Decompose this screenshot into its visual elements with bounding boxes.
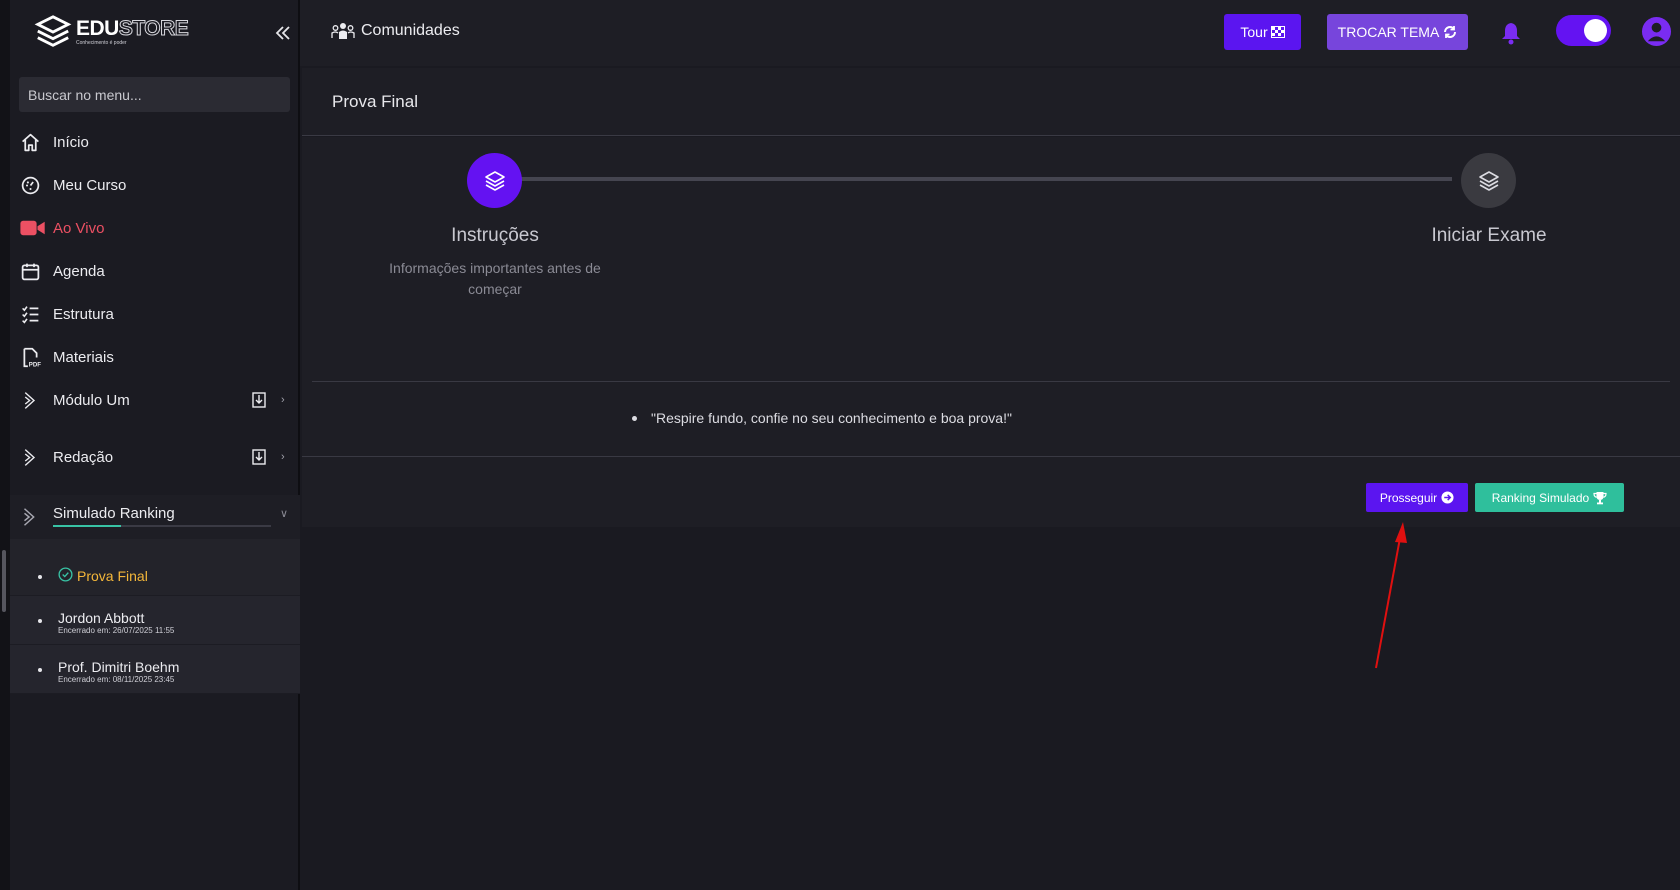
sidebar-item-label: Ao Vivo: [53, 219, 105, 237]
sidebar-item-label: Materiais: [53, 348, 114, 366]
exam-card: Instruções Iniciar Exame Informações imp…: [302, 137, 1680, 527]
video-camera-icon: [19, 217, 47, 239]
people-group-icon: [331, 23, 355, 39]
svg-text:PDF: PDF: [28, 361, 40, 368]
chevron-right-icon: [19, 446, 41, 468]
list-item-title: Prof. Dimitri Boehm: [58, 659, 180, 675]
bell-icon[interactable]: [1500, 21, 1522, 45]
sidebar: EDUSTORE Conhecimento é poder Início Meu…: [0, 0, 300, 890]
brand-wordmark: EDUSTORE: [76, 17, 189, 40]
sidebar-item-estrutura[interactable]: Estrutura: [19, 299, 294, 329]
list-item-prova-final[interactable]: Prova Final: [10, 539, 300, 596]
sidebar-item-label: Simulado Ranking: [53, 505, 175, 522]
dashboard-icon: [19, 174, 41, 196]
list-item-subtitle: Encerrado em: 26/07/2025 11:55: [58, 626, 175, 635]
stepper-connector: [492, 177, 1452, 181]
chevron-right-icon: [19, 389, 41, 411]
step-title-instrucoes: Instruções: [451, 225, 539, 246]
checklist-icon: [19, 303, 41, 325]
download-icon[interactable]: [252, 392, 266, 408]
page-header: Prova Final: [302, 68, 1680, 136]
collapse-sidebar-button[interactable]: [270, 20, 296, 46]
sidebar-item-materiais[interactable]: PDF Materiais: [19, 342, 294, 372]
step-instrucoes[interactable]: [467, 153, 522, 208]
sidebar-item-inicio[interactable]: Início: [19, 127, 294, 157]
sidebar-item-ao-vivo[interactable]: Ao Vivo: [19, 213, 294, 243]
bullet: [38, 619, 42, 623]
communities-link[interactable]: Comunidades: [331, 22, 460, 40]
sidebar-item-label: Agenda: [53, 262, 105, 280]
edustore-logo-icon: [34, 15, 72, 47]
flag-checkered-icon: [1270, 26, 1285, 38]
ranking-progress-bar: [53, 525, 271, 527]
chevron-right-small-icon[interactable]: ›: [281, 394, 285, 406]
communities-label: Comunidades: [361, 22, 460, 39]
chevron-right-small-icon[interactable]: ›: [281, 451, 285, 463]
change-theme-button[interactable]: TROCAR TEMA: [1327, 14, 1468, 50]
bullet: [38, 575, 42, 579]
bullet: [632, 415, 637, 421]
list-item-title: Prova Final: [77, 568, 148, 584]
sidebar-scroll-track: [0, 0, 10, 890]
chevron-down-icon[interactable]: ∨: [280, 507, 288, 520]
ranking-progress-fill: [53, 525, 121, 527]
layers-icon: [1478, 170, 1499, 191]
brand-logo[interactable]: EDUSTORE Conhecimento é poder: [34, 12, 189, 52]
brand-tagline: Conhecimento é poder: [76, 40, 127, 46]
bullet: [38, 668, 42, 672]
sidebar-item-simulado-ranking[interactable]: Simulado Ranking ∨: [10, 495, 300, 539]
calendar-icon: [19, 260, 41, 282]
ranking-simulado-button[interactable]: Ranking Simulado: [1475, 483, 1624, 512]
instruction-item: "Respire fundo, confie no seu conhecimen…: [632, 410, 1012, 426]
sidebar-scrollbar[interactable]: [2, 550, 6, 612]
step-iniciar-exame[interactable]: [1461, 153, 1516, 208]
refresh-icon: [1444, 26, 1457, 38]
list-item-title: Jordon Abbott: [58, 610, 145, 626]
theme-toggle-switch[interactable]: [1556, 15, 1611, 46]
chevron-right-icon: [24, 508, 35, 526]
top-bar: Comunidades Tour TROCAR TEMA: [300, 0, 1680, 66]
list-item-dimitri-boehm[interactable]: Prof. Dimitri Boehm Encerrado em: 08/11/…: [10, 645, 300, 694]
instruction-text: "Respire fundo, confie no seu conhecimen…: [651, 410, 1012, 426]
tour-button[interactable]: Tour: [1224, 14, 1301, 50]
ranking-sub-list: Prova Final Jordon Abbott Encerrado em: …: [10, 539, 300, 694]
home-icon: [19, 131, 41, 153]
sidebar-item-redacao[interactable]: Redação ›: [19, 442, 294, 472]
double-chevron-left-icon: [275, 26, 290, 40]
list-item-subtitle: Encerrado em: 08/11/2025 23:45: [58, 675, 175, 684]
sidebar-item-modulo-um[interactable]: Módulo Um ›: [19, 385, 294, 415]
menu-search-input[interactable]: [19, 77, 290, 112]
trophy-icon: [1593, 491, 1607, 504]
pdf-file-icon: PDF: [19, 346, 41, 368]
step-title-iniciar-exame: Iniciar Exame: [1431, 225, 1547, 246]
list-item-jordon-abbott[interactable]: Jordon Abbott Encerrado em: 26/07/2025 1…: [10, 596, 300, 645]
arrow-circle-right-icon: [1441, 491, 1454, 504]
sidebar-item-label: Início: [53, 133, 89, 151]
layers-icon: [484, 170, 505, 191]
sidebar-item-label: Redação: [53, 448, 114, 466]
divider: [312, 381, 1670, 382]
check-circle-icon: [58, 567, 73, 582]
step-description: Informações importantes antes de começar: [389, 260, 601, 297]
divider: [302, 456, 1680, 457]
toggle-knob: [1584, 19, 1607, 42]
user-avatar-icon[interactable]: [1641, 16, 1672, 47]
prosseguir-button[interactable]: Prosseguir: [1366, 483, 1468, 512]
sidebar-item-meu-curso[interactable]: Meu Curso: [19, 170, 294, 200]
download-icon[interactable]: [252, 449, 266, 465]
page-title: Prova Final: [332, 92, 418, 111]
sidebar-item-label: Módulo Um: [53, 391, 130, 409]
sidebar-item-label: Estrutura: [53, 305, 114, 323]
sidebar-item-agenda[interactable]: Agenda: [19, 256, 294, 286]
sidebar-item-label: Meu Curso: [53, 176, 127, 194]
